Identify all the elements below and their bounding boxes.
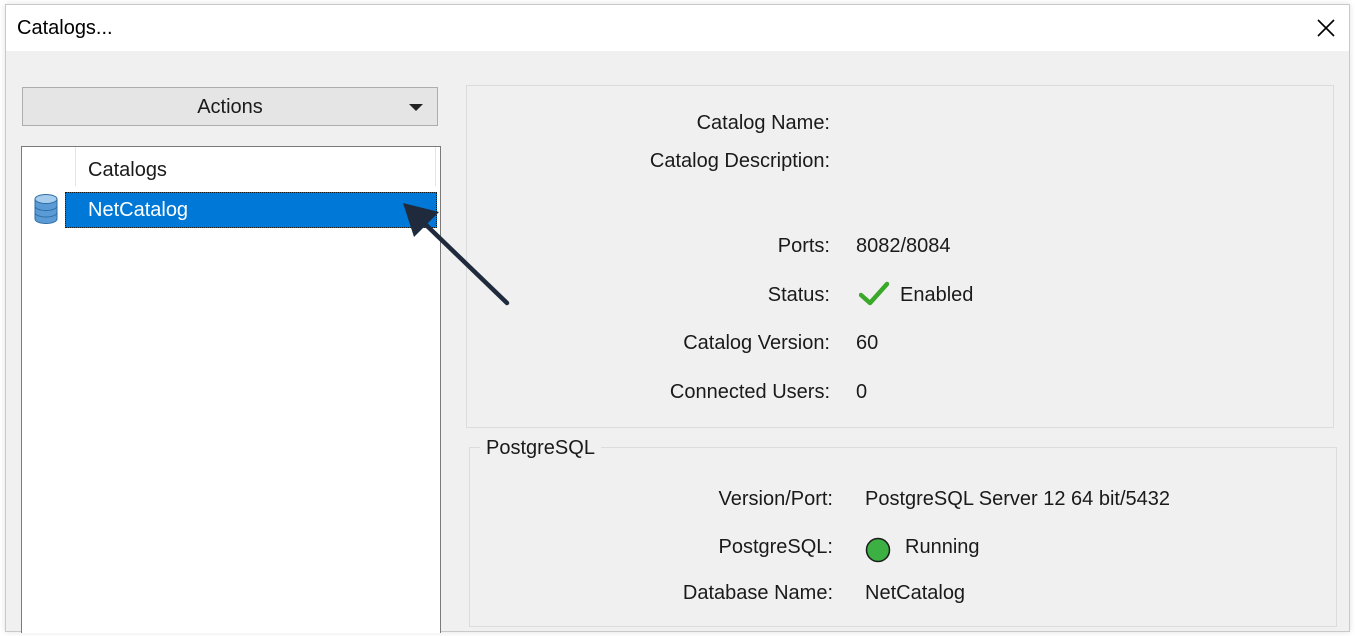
tree-item-label: NetCatalog — [88, 199, 189, 221]
status-label: Status: — [767, 284, 830, 306]
catalog-info-panel: Catalog Name: Catalog Description: Ports… — [466, 85, 1334, 428]
actions-dropdown-button[interactable]: Actions — [22, 87, 438, 126]
postgresql-group: PostgreSQL Version/Port: PostgreSQL Serv… — [469, 437, 1337, 627]
catalog-version-value: 60 — [856, 332, 879, 354]
ports-label: Ports: — [777, 235, 830, 257]
close-button[interactable] — [1303, 5, 1349, 51]
title-bar: Catalogs... — [6, 5, 1349, 51]
close-icon — [1317, 19, 1335, 37]
tree-column-header[interactable]: Catalogs — [75, 147, 436, 186]
green-circle-icon — [865, 537, 891, 563]
chevron-down-icon — [409, 104, 423, 111]
connected-users-label: Connected Users: — [669, 381, 830, 403]
tree-header-label: Catalogs — [88, 159, 167, 181]
catalog-tree[interactable]: Catalogs NetCatalog — [21, 146, 441, 633]
window-title: Catalogs... — [17, 17, 113, 39]
status-value: Enabled — [900, 284, 974, 306]
catalog-description-label: Catalog Description: — [649, 150, 830, 172]
ports-value: 8082/8084 — [856, 235, 951, 257]
catalogs-dialog: Catalogs... Actions Catalogs NetCatalog … — [5, 4, 1350, 633]
catalog-name-label: Catalog Name: — [696, 112, 830, 134]
actions-label: Actions — [197, 96, 263, 118]
database-name-value: NetCatalog — [865, 582, 966, 604]
connected-users-value: 0 — [856, 381, 868, 403]
postgresql-status-label: PostgreSQL: — [718, 536, 833, 558]
postgresql-status-value: Running — [905, 536, 980, 558]
tree-item-netcatalog[interactable]: NetCatalog — [65, 192, 437, 228]
database-icon — [34, 194, 58, 224]
postgresql-group-title: PostgreSQL — [480, 437, 601, 460]
version-port-label: Version/Port: — [718, 488, 833, 510]
checkmark-icon — [859, 281, 889, 306]
database-name-label: Database Name: — [682, 582, 833, 604]
version-port-value: PostgreSQL Server 12 64 bit/5432 — [865, 488, 1170, 510]
catalog-version-label: Catalog Version: — [683, 332, 830, 354]
